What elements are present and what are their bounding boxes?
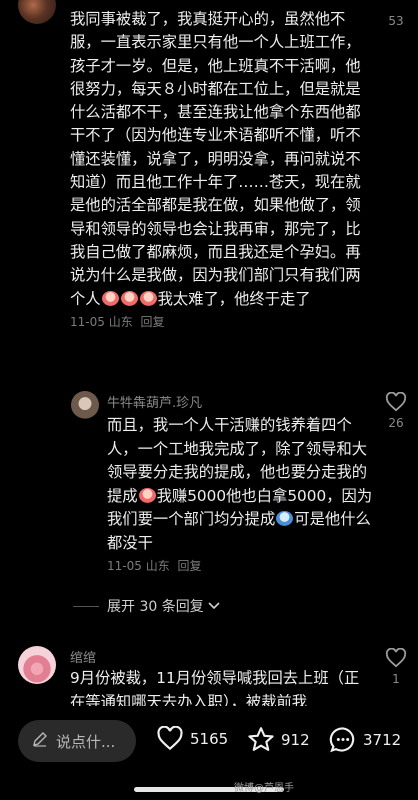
- commenter-avatar[interactable]: [18, 646, 56, 684]
- pen-icon: [32, 731, 48, 751]
- reply-avatar[interactable]: [71, 391, 99, 419]
- comment-text: 我同事被裁了，我真挺开心的，虽然他不服，一直表示家里只有他一个人上班工作，孩子才…: [70, 10, 361, 308]
- reply-like-area[interactable]: 26: [374, 392, 418, 430]
- comment-meta: 11-05 山东 回复: [70, 311, 374, 334]
- heart-icon: [157, 726, 183, 751]
- reply-button[interactable]: 回复: [178, 559, 202, 573]
- reply-date: 11-05: [107, 559, 142, 573]
- like-button[interactable]: 5165: [156, 726, 228, 751]
- like-count: 5165: [190, 729, 229, 748]
- sweat-emoji-icon: [276, 511, 294, 526]
- comment-like-area[interactable]: 1: [374, 648, 418, 686]
- comment-like-count: 53: [388, 14, 404, 28]
- comment-input-placeholder: 说点什...: [56, 732, 116, 751]
- reply-meta: 11-05 山东 回复: [107, 555, 373, 579]
- comment-username[interactable]: 绾绾: [70, 647, 96, 666]
- favorite-count: 912: [281, 730, 310, 749]
- crying-emoji-icon: [101, 290, 119, 306]
- bottom-action-bar: 说点什... 5165 912 3712 微博@芦恩手: [0, 706, 418, 800]
- chevron-down-icon: [208, 598, 220, 614]
- reply-button[interactable]: 回复: [141, 315, 165, 329]
- expand-replies-label: 展开 30 条回复: [107, 599, 204, 615]
- star-icon: [248, 727, 274, 751]
- comment-text-end: 我太难了，他终于走了: [157, 289, 311, 308]
- comment-count: 3712: [363, 730, 402, 749]
- crying-emoji-icon: [139, 290, 157, 306]
- reply-like-count: 26: [388, 416, 404, 430]
- comment-body: 我同事被裁了，我真挺开心的，虽然他不服，一直表示家里只有他一个人上班工作，孩子才…: [70, 8, 374, 334]
- divider: [73, 605, 99, 607]
- expand-replies-button[interactable]: 展开 30 条回复: [73, 596, 220, 616]
- reply-username[interactable]: 牛牪犇葫芦.珍凡: [107, 392, 202, 411]
- commenter-avatar[interactable]: [18, 0, 56, 24]
- comment-like-count: 1: [392, 672, 400, 686]
- comment-button[interactable]: 3712: [329, 726, 401, 753]
- favorite-button[interactable]: 912: [247, 726, 310, 753]
- comment-date: 11-05: [70, 314, 105, 329]
- comment-input[interactable]: 说点什...: [18, 720, 136, 762]
- comment-location: 山东: [108, 314, 133, 329]
- crying-emoji-icon: [120, 290, 138, 306]
- reply-location: 山东: [145, 559, 170, 573]
- crying-emoji-icon: [138, 487, 156, 503]
- heart-icon[interactable]: [374, 392, 418, 412]
- speech-bubble-icon: [329, 727, 355, 753]
- comment-like-area[interactable]: 53: [374, 0, 418, 28]
- watermark: 微博@芦恩手: [234, 783, 294, 794]
- heart-icon[interactable]: [374, 648, 418, 668]
- reply-body: 而且，我一个人干活赚的钱养着四个人，一个工地我完成了，除了领导和大领导要分走我的…: [107, 414, 373, 579]
